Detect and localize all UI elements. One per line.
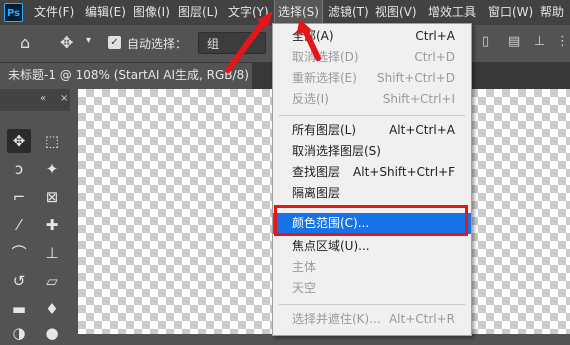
arrow-to-all-item-line (302, 27, 321, 61)
arrow-to-select-menu-line (225, 21, 265, 73)
annotation-arrows (225, 10, 321, 73)
